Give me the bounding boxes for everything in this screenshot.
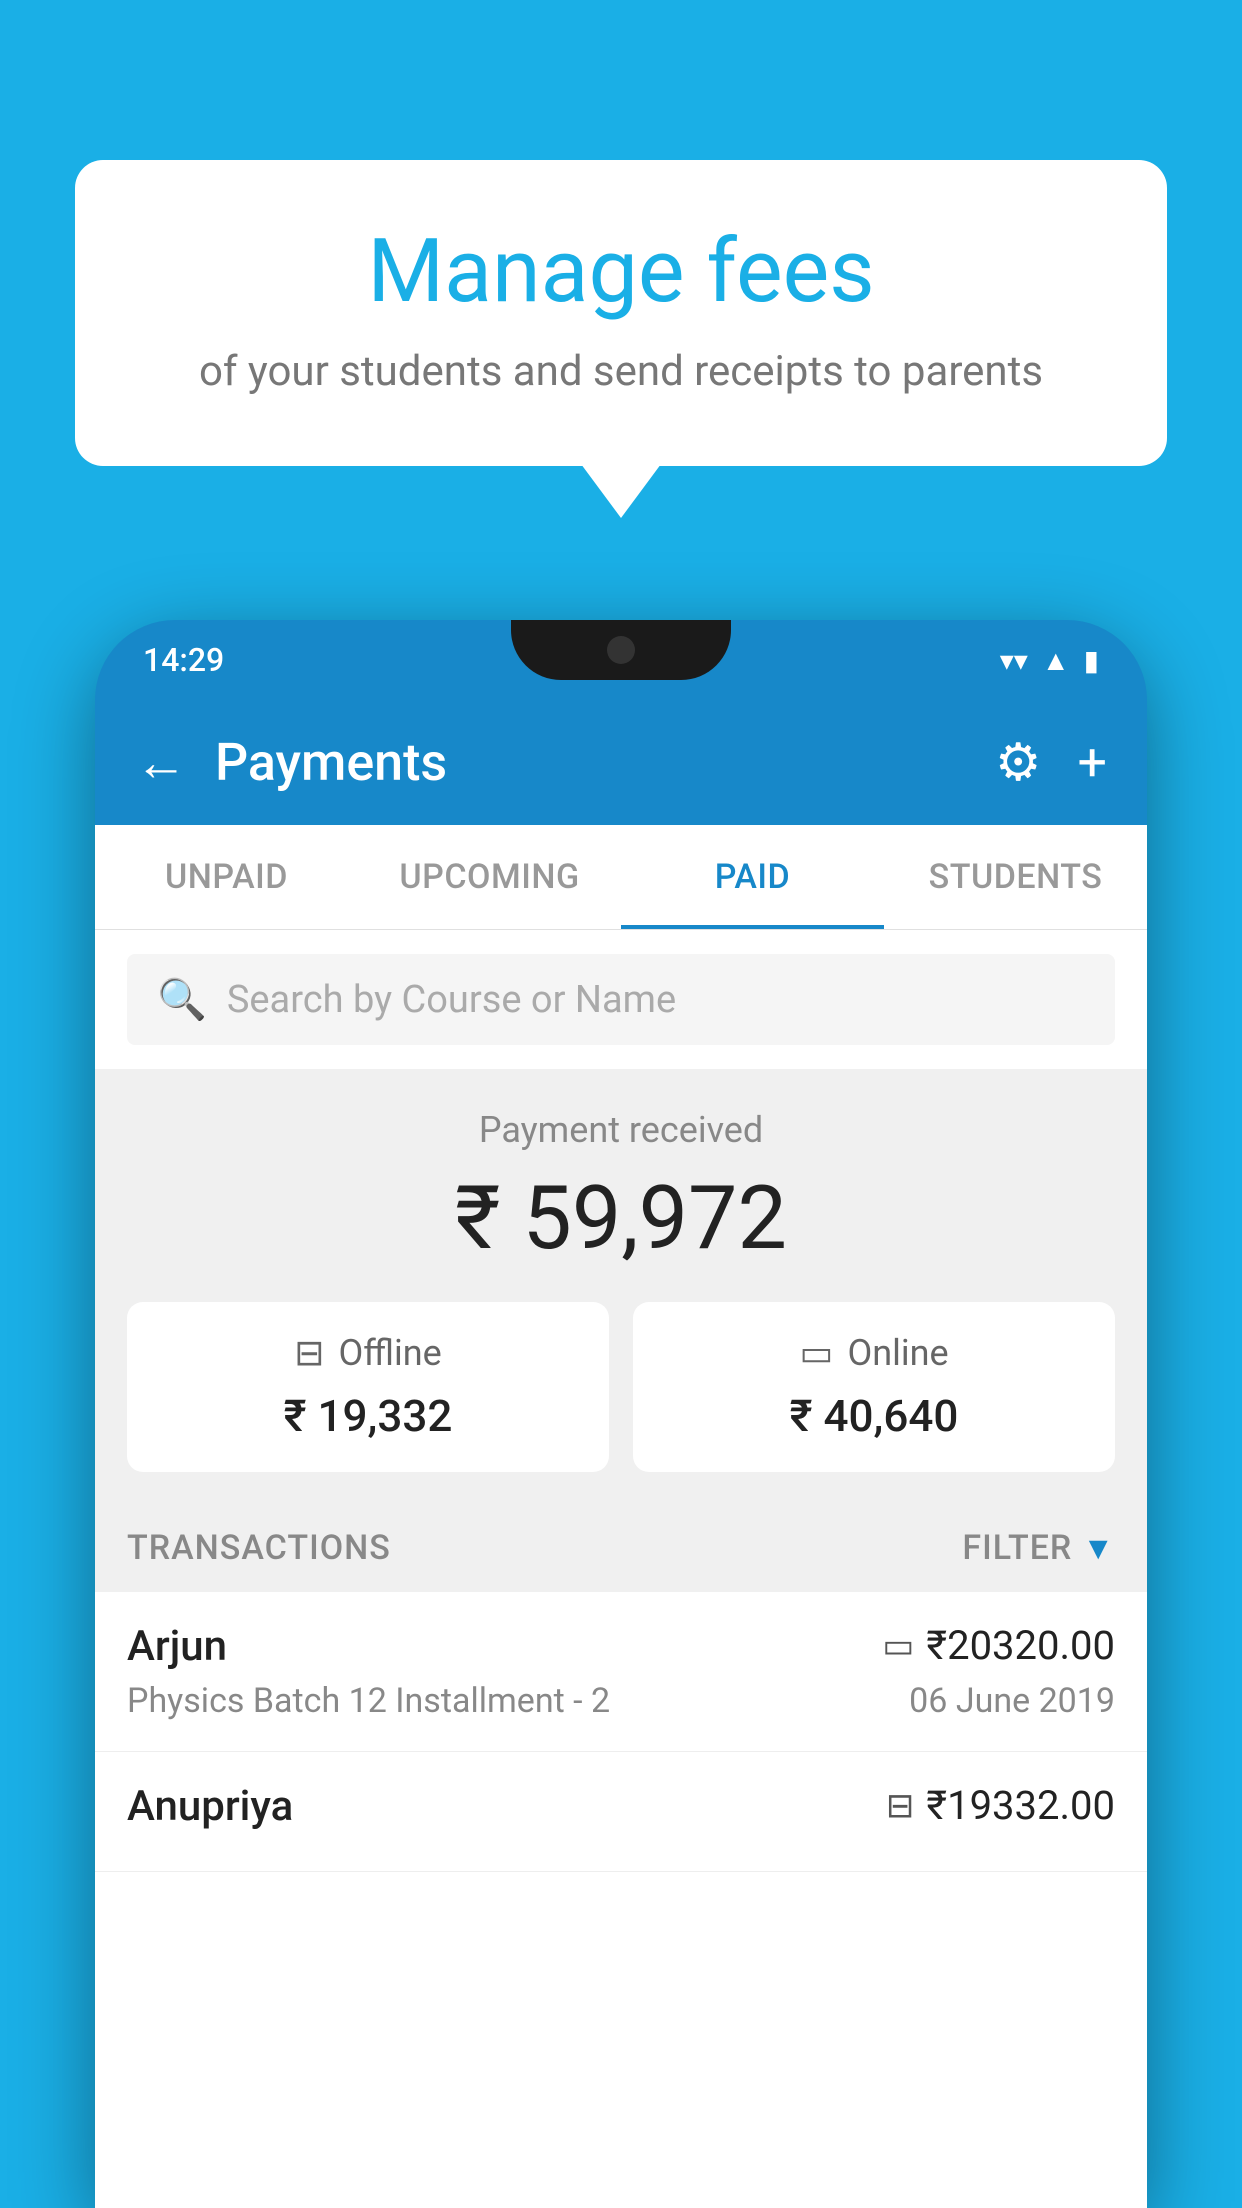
transaction-row-1: Arjun ▭ ₹20320.00 — [127, 1622, 1115, 1671]
page-title: Payments — [215, 732, 995, 793]
tab-paid[interactable]: PAID — [621, 825, 884, 929]
status-icons: ▾▾ ▲ ▮ — [1000, 644, 1099, 677]
back-button[interactable]: ← — [135, 732, 187, 793]
online-amount: ₹ 40,640 — [657, 1390, 1091, 1442]
transaction-name: Anupriya — [127, 1782, 293, 1831]
phone-frame: 14:29 ▾▾ ▲ ▮ ← Payments ⚙ + UNPAID UPCOM… — [95, 620, 1147, 2208]
payment-received-label: Payment received — [127, 1109, 1115, 1151]
tab-upcoming[interactable]: UPCOMING — [358, 825, 621, 929]
transaction-list: Arjun ▭ ₹20320.00 Physics Batch 12 Insta… — [95, 1592, 1147, 2208]
transaction-amount-container: ⊟ ₹19332.00 — [886, 1782, 1115, 1829]
list-item[interactable]: Arjun ▭ ₹20320.00 Physics Batch 12 Insta… — [95, 1592, 1147, 1752]
offline-payment-icon: ⊟ — [886, 1786, 915, 1826]
transaction-date: 06 June 2019 — [909, 1681, 1115, 1721]
transaction-detail-row-1: Physics Batch 12 Installment - 2 06 June… — [127, 1681, 1115, 1721]
online-icon: ▭ — [799, 1332, 833, 1374]
app-screen: ← Payments ⚙ + UNPAID UPCOMING PAID STUD… — [95, 700, 1147, 2208]
phone-notch — [511, 620, 731, 680]
offline-amount: ₹ 19,332 — [151, 1390, 585, 1442]
status-bar: 14:29 ▾▾ ▲ ▮ — [95, 620, 1147, 700]
header-actions: ⚙ + — [995, 732, 1107, 793]
speech-bubble: Manage fees of your students and send re… — [75, 160, 1167, 466]
card-payment-icon: ▭ — [882, 1626, 914, 1666]
payment-cards: ⊟ Offline ₹ 19,332 ▭ Online ₹ 40,640 — [127, 1302, 1115, 1472]
filter-label: FILTER — [962, 1528, 1072, 1568]
transactions-label: TRANSACTIONS — [127, 1528, 391, 1568]
filter-icon: ▼ — [1082, 1529, 1115, 1567]
offline-label: Offline — [338, 1332, 441, 1374]
settings-icon[interactable]: ⚙ — [995, 732, 1042, 793]
offline-payment-card: ⊟ Offline ₹ 19,332 — [127, 1302, 609, 1472]
add-button[interactable]: + — [1077, 732, 1107, 793]
search-bar[interactable]: 🔍 Search by Course or Name — [127, 954, 1115, 1045]
speech-bubble-container: Manage fees of your students and send re… — [75, 160, 1167, 466]
online-payment-card: ▭ Online ₹ 40,640 — [633, 1302, 1115, 1472]
transaction-amount: ₹19332.00 — [926, 1782, 1115, 1829]
tabs: UNPAID UPCOMING PAID STUDENTS — [95, 825, 1147, 930]
payment-summary: Payment received ₹ 59,972 ⊟ Offline ₹ 19… — [95, 1069, 1147, 1504]
bubble-subtitle: of your students and send receipts to pa… — [155, 347, 1087, 396]
tab-unpaid[interactable]: UNPAID — [95, 825, 358, 929]
camera-dot — [607, 636, 635, 664]
transactions-header: TRANSACTIONS FILTER ▼ — [95, 1504, 1147, 1592]
search-input[interactable]: Search by Course or Name — [227, 978, 676, 1022]
wifi-icon: ▾▾ — [1000, 644, 1028, 677]
transaction-amount-container: ▭ ₹20320.00 — [882, 1622, 1115, 1669]
app-header: ← Payments ⚙ + — [95, 700, 1147, 825]
bubble-title: Manage fees — [155, 220, 1087, 323]
transaction-course: Physics Batch 12 Installment - 2 — [127, 1681, 610, 1721]
online-label: Online — [847, 1332, 948, 1374]
transaction-name: Arjun — [127, 1622, 227, 1671]
status-time: 14:29 — [143, 641, 224, 679]
tab-students[interactable]: STUDENTS — [884, 825, 1147, 929]
transaction-row-2: Anupriya ⊟ ₹19332.00 — [127, 1782, 1115, 1831]
battery-icon: ▮ — [1084, 644, 1099, 677]
search-container: 🔍 Search by Course or Name — [95, 930, 1147, 1069]
filter-button[interactable]: FILTER ▼ — [962, 1528, 1115, 1568]
payment-total-amount: ₹ 59,972 — [127, 1167, 1115, 1270]
transaction-amount: ₹20320.00 — [926, 1622, 1115, 1669]
offline-icon: ⊟ — [294, 1332, 324, 1374]
list-item[interactable]: Anupriya ⊟ ₹19332.00 — [95, 1752, 1147, 1872]
search-icon: 🔍 — [157, 976, 207, 1023]
signal-icon: ▲ — [1042, 644, 1070, 677]
